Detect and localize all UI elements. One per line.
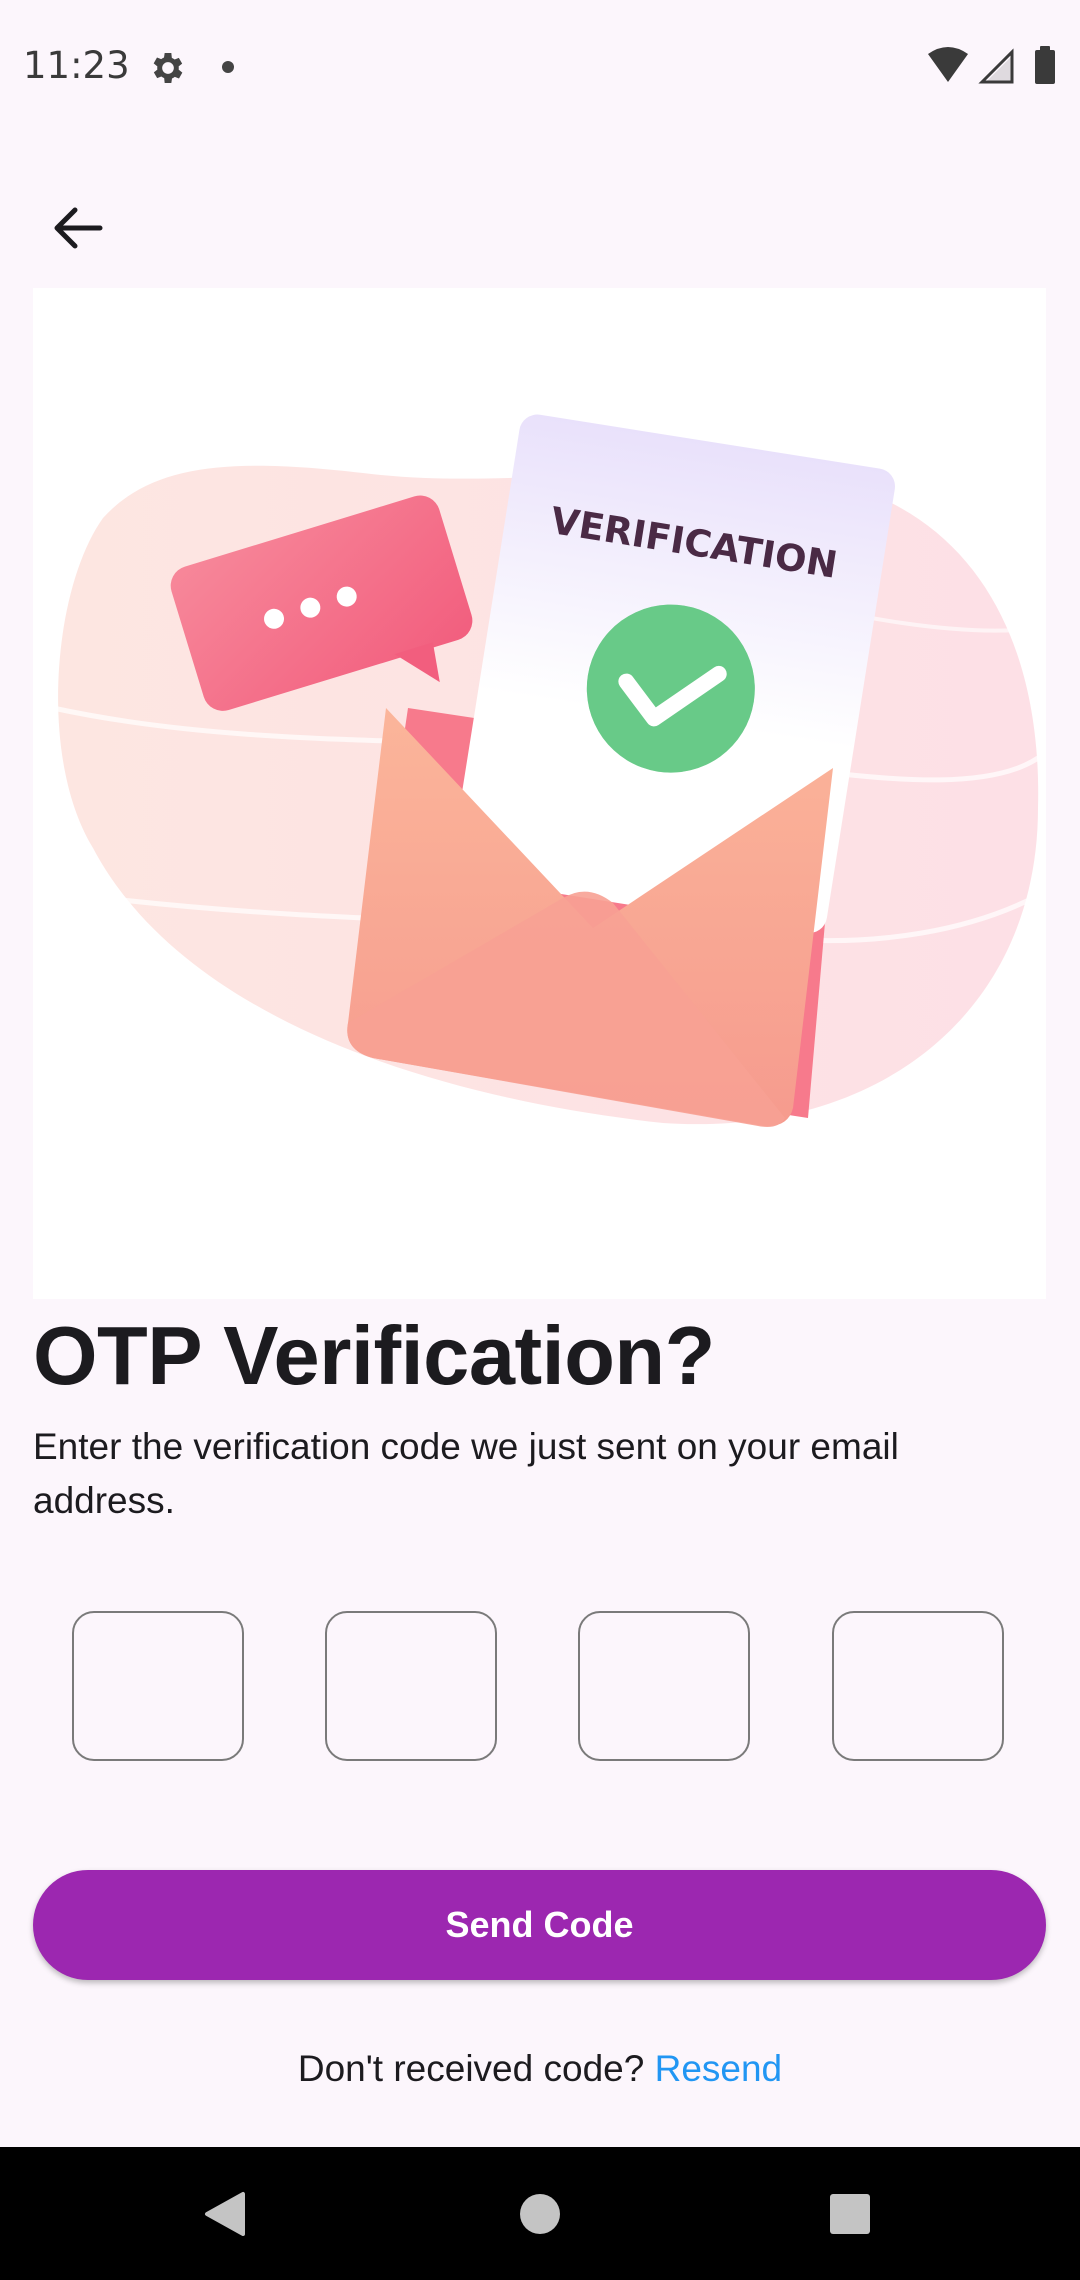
recents-square-icon bbox=[830, 2193, 870, 2234]
back-triangle-icon bbox=[205, 2191, 245, 2236]
page-title: OTP Verification? bbox=[33, 1309, 715, 1402]
nav-home-button[interactable] bbox=[480, 2147, 600, 2280]
notification-dot-icon bbox=[222, 61, 234, 73]
otp-digit-1[interactable] bbox=[72, 1611, 244, 1761]
send-code-button[interactable]: Send Code bbox=[33, 1870, 1046, 1980]
system-nav-bar bbox=[0, 2147, 1080, 2280]
status-bar: 11:23 bbox=[0, 0, 1080, 135]
otp-digit-3[interactable] bbox=[578, 1611, 750, 1761]
status-time: 11:23 bbox=[23, 44, 130, 87]
otp-digit-2[interactable] bbox=[325, 1611, 497, 1761]
envelope-verification-illustration: VERIFICATION bbox=[52, 414, 1040, 1127]
arrow-back-icon bbox=[54, 207, 102, 248]
otp-digit-4[interactable] bbox=[832, 1611, 1004, 1761]
home-circle-icon bbox=[520, 2193, 560, 2234]
resend-row: Don't received code? Resend bbox=[0, 2048, 1080, 2090]
resend-link[interactable]: Resend bbox=[655, 2048, 783, 2089]
page-subtitle: Enter the verification code we just sent… bbox=[33, 1426, 899, 1521]
otp-input-row bbox=[72, 1611, 1008, 1764]
nav-recents-button[interactable] bbox=[790, 2147, 910, 2280]
nav-back-button[interactable] bbox=[165, 2147, 285, 2280]
system-status-icons bbox=[928, 46, 1055, 84]
verification-illustration: VERIFICATION bbox=[33, 288, 1046, 1299]
resend-prompt: Don't received code? bbox=[297, 2048, 645, 2089]
battery-icon bbox=[1035, 50, 1055, 84]
back-button[interactable] bbox=[40, 190, 115, 265]
wifi-icon bbox=[928, 47, 968, 82]
gear-icon bbox=[153, 53, 183, 83]
